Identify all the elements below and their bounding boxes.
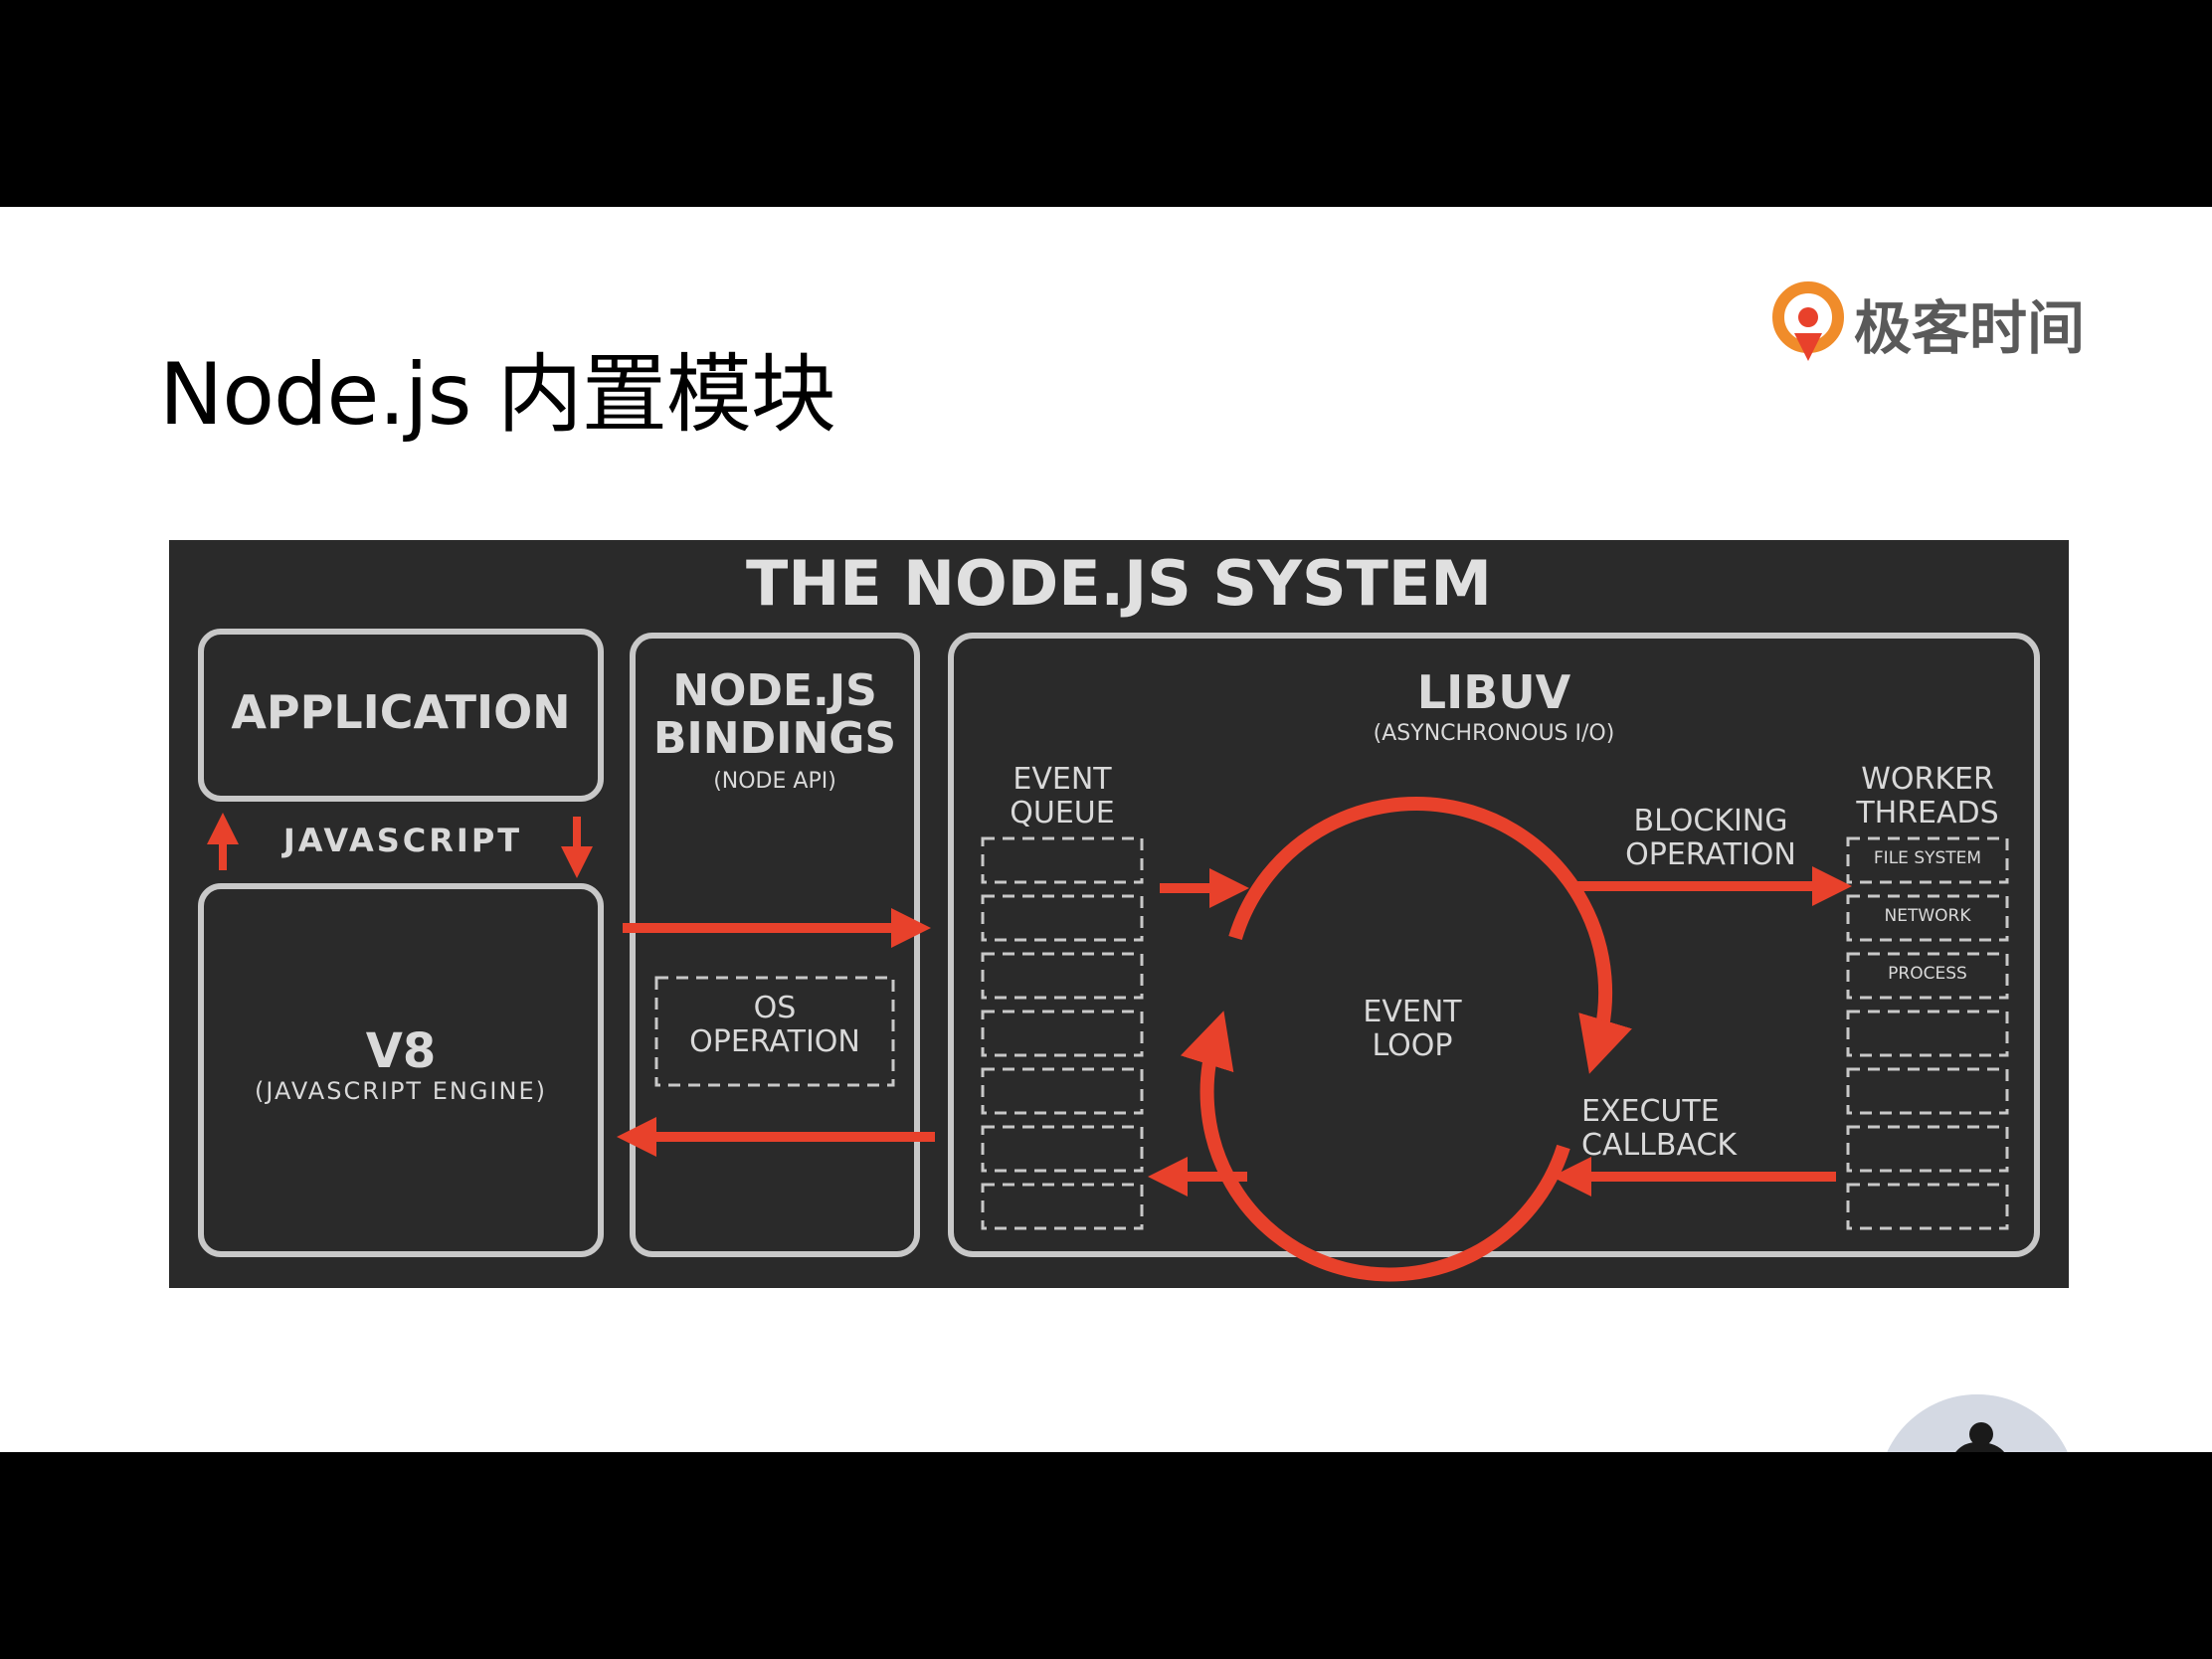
- event-queue-slots: [981, 836, 1144, 1230]
- worker-slot-process: PROCESS: [1888, 964, 1967, 984]
- bindings-sublabel: (NODE API): [713, 769, 836, 794]
- slide-title: Node.js 内置模块: [159, 345, 836, 445]
- libuv-sublabel: (ASYNCHRONOUS I/O): [1373, 721, 1615, 746]
- worker-thread-slots: [1846, 836, 2009, 1230]
- bindings-label-line1: NODE.JS: [672, 665, 877, 716]
- execute-label-line2: CALLBACK: [1581, 1128, 1738, 1163]
- brand-text: 极客时间: [1854, 294, 2086, 362]
- worker-threads-label-line2: THREADS: [1856, 796, 1999, 830]
- event-loop-label-line1: EVENT: [1363, 995, 1462, 1029]
- blocking-label-line1: BLOCKING: [1633, 804, 1788, 838]
- event-queue-label-line2: QUEUE: [1010, 796, 1115, 830]
- slide: Node.js 内置模块 极客时间 THE NODE.JS SYSTEM APP…: [0, 207, 2212, 1593]
- nodejs-system-diagram: THE NODE.JS SYSTEM APPLICATION JAVASCRIP…: [169, 540, 2069, 1288]
- letterbox-top: [0, 0, 2212, 207]
- diagram-graphics: [198, 629, 2040, 1282]
- letterbox-bottom: [0, 1452, 2212, 1659]
- worker-slot-network: NETWORK: [1884, 906, 1971, 926]
- diagram-title: THE NODE.JS SYSTEM: [746, 547, 1492, 620]
- worker-threads-label-line1: WORKER: [1861, 762, 1994, 797]
- execute-label-line1: EXECUTE: [1581, 1094, 1720, 1129]
- application-label: APPLICATION: [231, 685, 571, 739]
- javascript-label: JAVASCRIPT: [282, 822, 523, 859]
- event-queue-label-line1: EVENT: [1013, 762, 1112, 797]
- event-loop-label-line2: LOOP: [1372, 1028, 1453, 1063]
- brand-logo: 极客时间: [1772, 278, 2085, 368]
- blocking-label-line2: OPERATION: [1625, 837, 1796, 872]
- worker-slot-file-system: FILE SYSTEM: [1873, 848, 1982, 868]
- v8-sublabel: (JAVASCRIPT ENGINE): [255, 1077, 547, 1105]
- bindings-label-line2: BINDINGS: [652, 713, 897, 764]
- libuv-label: LIBUV: [1416, 665, 1571, 719]
- event-loop-bottom-arc: [1180, 1011, 1570, 1282]
- os-label-line1: OS: [753, 991, 797, 1025]
- geektime-logo-icon: [1772, 281, 1844, 361]
- os-label-line2: OPERATION: [689, 1024, 860, 1059]
- v8-label: V8: [365, 1023, 437, 1079]
